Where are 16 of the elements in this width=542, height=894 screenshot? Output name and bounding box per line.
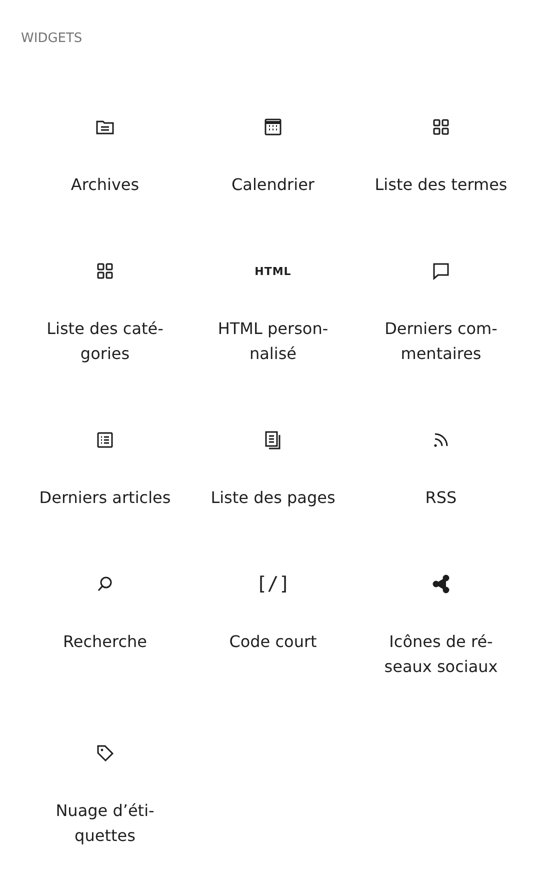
widget-block-item[interactable]: Liste des pages: [189, 428, 357, 510]
widget-block-item[interactable]: Derniers articles: [21, 428, 189, 510]
widget-block-item[interactable]: HTML HTML person- nalisé: [189, 259, 357, 366]
widget-block-item[interactable]: Liste des termes: [357, 115, 525, 197]
widget-block-item[interactable]: Derniers com- mentaires: [357, 259, 525, 366]
widget-block-item[interactable]: Liste des caté- gories: [21, 259, 189, 366]
widget-block-item[interactable]: Icônes de ré- seaux sociaux: [357, 572, 525, 679]
section-title: WIDGETS: [21, 30, 84, 48]
widget-block-item[interactable]: Recherche: [21, 572, 189, 679]
widget-block-item[interactable]: RSS: [357, 428, 525, 510]
widget-block-item[interactable]: [/] Code court: [189, 572, 357, 679]
html-icon: HTML: [254, 264, 292, 278]
widget-block-item[interactable]: Nuage d’éti- quettes: [21, 741, 189, 848]
widget-block-item[interactable]: Calendrier: [189, 115, 357, 197]
shortcode-icon: [/]: [256, 573, 290, 595]
widget-block-item[interactable]: Archives: [21, 115, 189, 197]
